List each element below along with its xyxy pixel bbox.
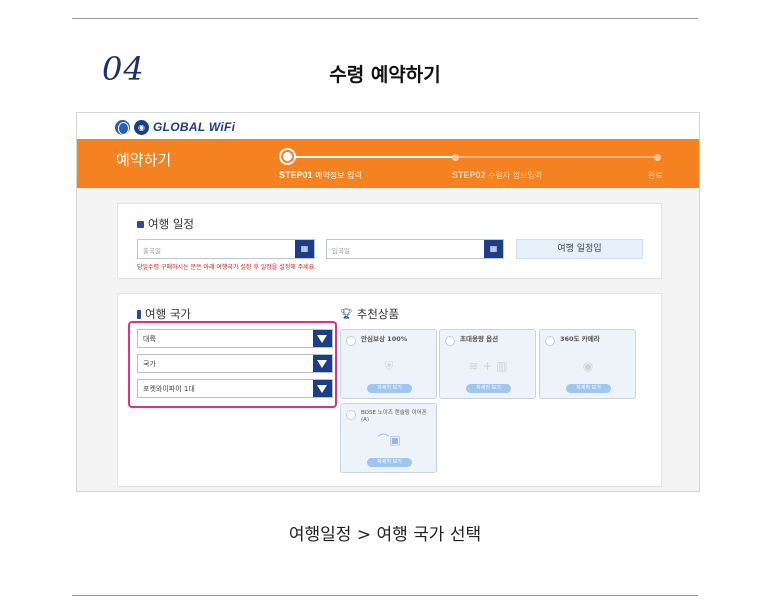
country-title-text: 여행 국가 [145, 307, 191, 321]
country-title: 여행 국가 [137, 306, 191, 322]
app-screenshot: ◉ GLOBAL WiFi 예약하기 STEP01 예약정보 입력 STEP02… [76, 112, 700, 492]
arrival-date-input[interactable]: 입국일 ▦ [326, 239, 504, 259]
step-2-text: 수령자 정보입력 [488, 171, 543, 180]
device-value: 포켓와이파이 1대 [143, 385, 195, 393]
step-3-text: 완료 [648, 171, 663, 180]
camera-icon: ◉ [582, 359, 594, 373]
app-topbar: ◉ GLOBAL WiFi [77, 113, 699, 139]
set-schedule-button[interactable]: 여행 일정입 [516, 239, 643, 259]
step-2-label: STEP02 수령자 정보입력 [452, 170, 542, 181]
step-1-code: STEP01 [279, 170, 313, 180]
product-radio[interactable] [346, 336, 356, 346]
step-1-label: STEP01 예약정보 입력 [279, 170, 362, 181]
progress-banner: 예약하기 STEP01 예약정보 입력 STEP02 수령자 정보입력 완료 [77, 139, 699, 188]
step-1-text: 예약정보 입력 [315, 171, 362, 180]
bottom-divider [72, 595, 698, 596]
continent-value: 대륙 [143, 335, 156, 343]
country-select[interactable]: 국가 [137, 354, 333, 373]
country-panel: 여행 국가 대륙 국가 포켓와이파이 1대 🏆︎ 추천상품 안심보상 100% … [117, 293, 662, 487]
continent-select[interactable]: 대륙 [137, 329, 333, 348]
departure-placeholder: 출국일 [143, 247, 161, 255]
departure-date-input[interactable]: 출국일 ▦ [137, 239, 315, 259]
step-2-dot [452, 154, 459, 161]
step-caption: 여행일정 > 여행 국가 선택 [288, 525, 482, 545]
warning-text: 당일수령 구매하시는 분은 아래 여행국가 설정 후 일정을 설정해 주세요. [137, 264, 317, 271]
chevron-down-icon[interactable] [313, 380, 332, 397]
product-card[interactable]: 안심보상 100% ⛨ 자세히 보기 [340, 329, 437, 399]
step-1-dot [281, 150, 294, 163]
shield-icon: ⛨ [384, 359, 394, 373]
globe-icon [115, 119, 130, 135]
product-name: 안심보상 100% [361, 335, 408, 343]
product-card[interactable]: 초대용량 옵션 ≋ + ▥ 자세히 보기 [439, 329, 536, 399]
detail-button[interactable]: 자세히 보기 [367, 384, 412, 393]
chevron-down-icon[interactable] [313, 355, 332, 372]
logo[interactable]: ◉ GLOBAL WiFi [115, 118, 235, 136]
suitcase-icon [137, 220, 144, 228]
chevron-down-icon[interactable] [313, 330, 332, 347]
trophy-icon: 🏆︎ [340, 308, 353, 320]
step-2-code: STEP02 [452, 170, 486, 180]
earphone-icon: ⌒▣ [377, 433, 401, 447]
calendar-icon[interactable]: ▦ [484, 240, 503, 258]
recommend-title-text: 추천상품 [356, 307, 400, 321]
progress-fill [288, 156, 456, 158]
step-3-label: 완료 [648, 170, 663, 181]
schedule-title: 여행 일정 [137, 216, 194, 232]
schedule-title-text: 여행 일정 [148, 217, 194, 231]
calendar-icon[interactable]: ▦ [295, 240, 314, 258]
recommend-title: 🏆︎ 추천상품 [340, 306, 399, 322]
product-radio[interactable] [445, 336, 455, 346]
product-name: 초대용량 옵션 [460, 335, 499, 343]
product-radio[interactable] [545, 336, 555, 346]
detail-button[interactable]: 자세히 보기 [367, 458, 412, 467]
device-select[interactable]: 포켓와이파이 1대 [137, 379, 333, 398]
banner-title: 예약하기 [116, 151, 172, 169]
top-divider [72, 18, 698, 19]
product-card[interactable]: BOSE 노이즈 캔슬링 이어폰 (A) ⌒▣ 자세히 보기 [340, 403, 437, 473]
logo-text: GLOBAL WiFi [153, 120, 236, 134]
country-value: 국가 [143, 360, 156, 368]
wifi-battery-icon: ≋ + ▥ [468, 359, 508, 373]
arrival-placeholder: 입국일 [332, 247, 350, 255]
product-name: BOSE 노이즈 캔슬링 이어폰 (A) [361, 410, 427, 423]
product-card[interactable]: 360도 카메라 ◉ 자세히 보기 [539, 329, 636, 399]
product-name: 360도 카메라 [560, 335, 600, 343]
product-radio[interactable] [346, 410, 356, 420]
wifi-icon: ◉ [134, 119, 149, 135]
schedule-panel: 여행 일정 출국일 ▦ 입국일 ▦ 여행 일정입 당일수령 구매하시는 분은 아… [117, 203, 662, 279]
page-title: 수령 예약하기 [329, 64, 441, 86]
detail-button[interactable]: 자세히 보기 [566, 384, 611, 393]
detail-button[interactable]: 자세히 보기 [466, 384, 511, 393]
pocket-wifi-icon [137, 309, 141, 319]
step-3-dot [654, 154, 661, 161]
